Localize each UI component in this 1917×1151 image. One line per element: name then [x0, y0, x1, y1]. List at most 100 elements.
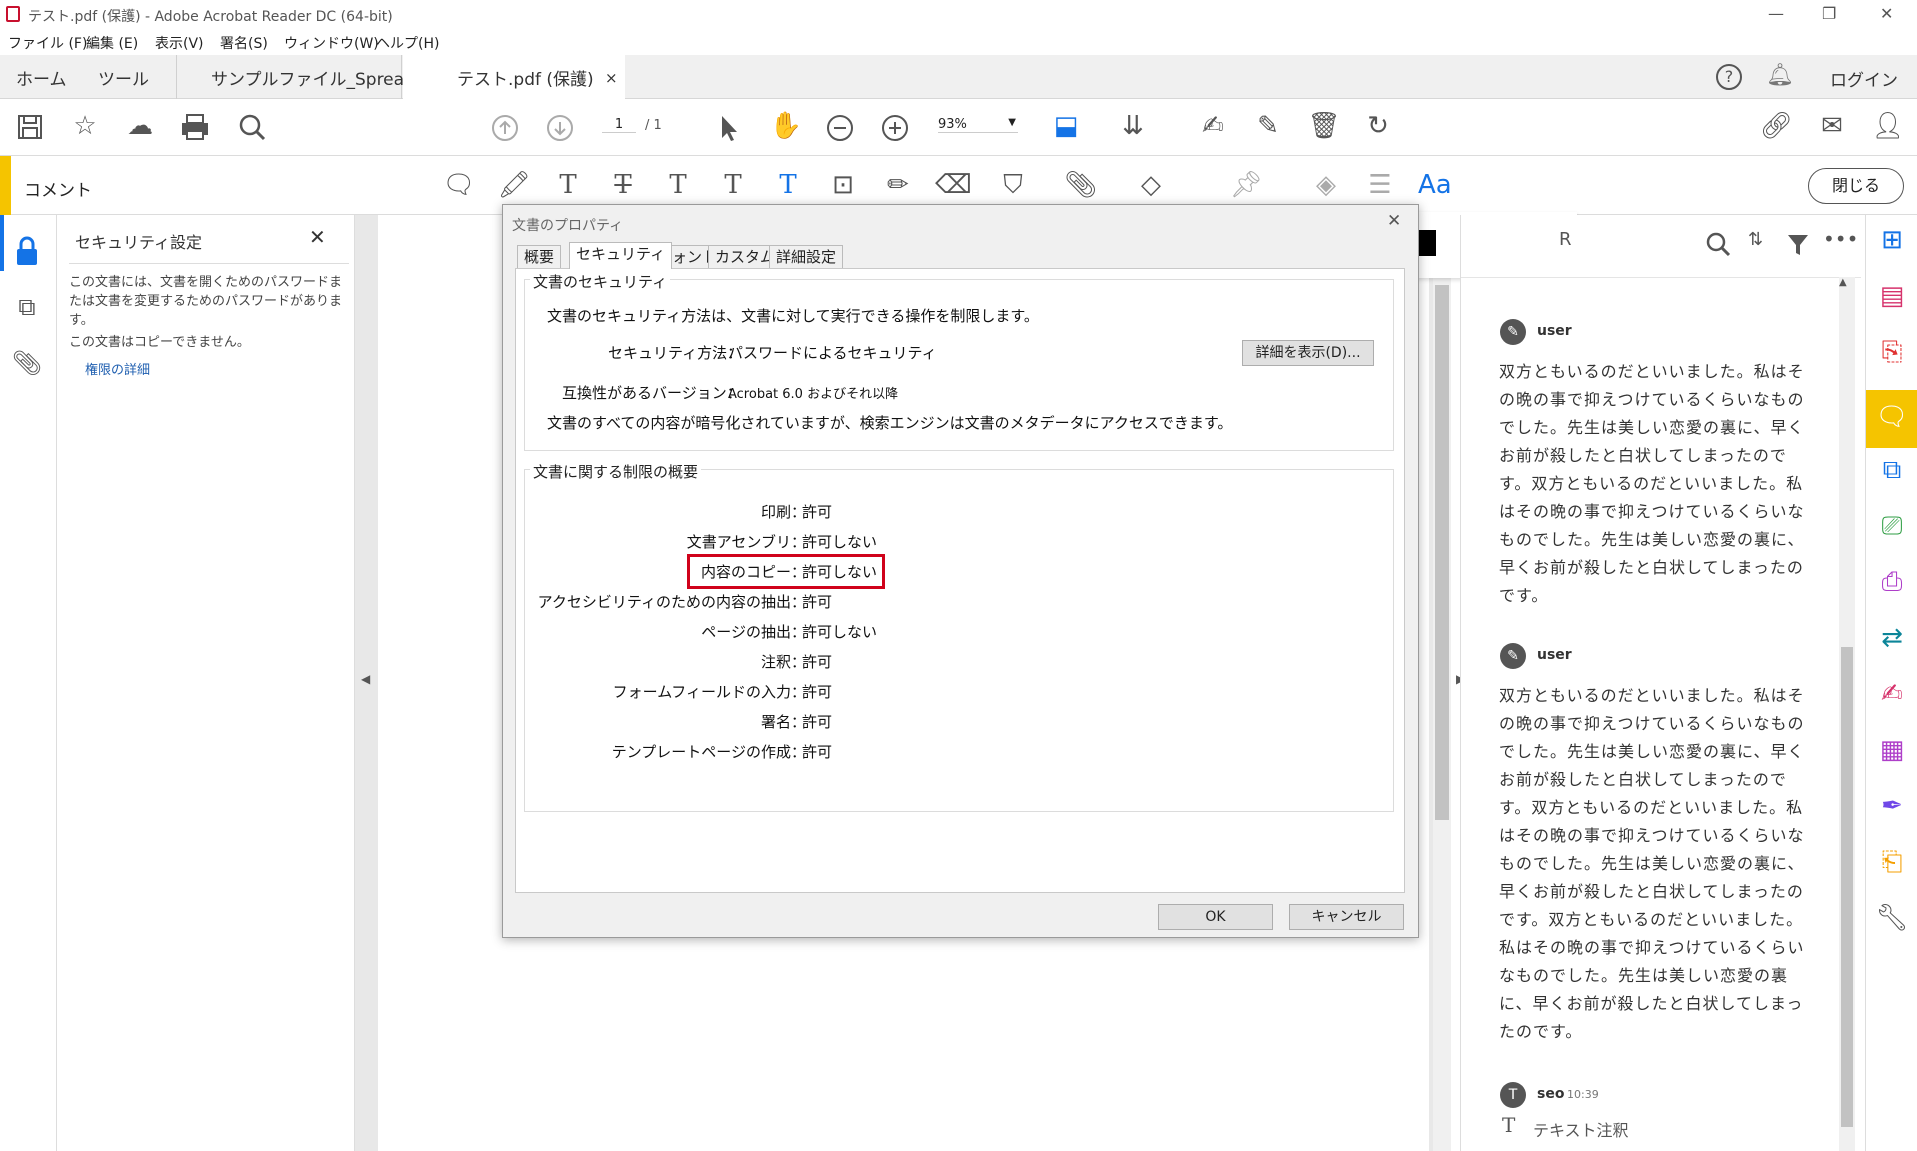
hand-tool-icon[interactable]: ✋ — [768, 111, 804, 141]
organize-pages-icon[interactable]: ▤ — [1874, 281, 1910, 311]
close-panel-icon[interactable]: ✕ — [309, 225, 326, 249]
save-icon[interactable] — [16, 113, 44, 141]
collapse-left-icon[interactable]: ◀ — [361, 672, 370, 686]
filter-icon[interactable] — [1786, 233, 1810, 257]
attachment-icon[interactable]: 📎︎ — [9, 348, 45, 378]
menu-view[interactable]: 表示(V) — [155, 33, 204, 53]
upload-cloud-icon[interactable]: ☁ — [122, 111, 158, 141]
help-icon[interactable]: ? — [1716, 64, 1742, 90]
trash-icon[interactable]: 🗑︎ — [1306, 111, 1342, 141]
menu-help[interactable]: ヘルプ(H) — [376, 33, 439, 53]
text-box-icon[interactable]: ⊡ — [825, 170, 861, 200]
strikethrough-icon[interactable]: T — [605, 170, 641, 200]
close-window-button[interactable]: ✕ — [1880, 4, 1893, 23]
highlight-icon[interactable]: 🖍︎ — [496, 170, 532, 200]
create-pdf-icon[interactable]: ⊞ — [1874, 225, 1910, 255]
login-button[interactable]: ログイン — [1830, 66, 1898, 91]
request-signature-icon[interactable]: ✒ — [1874, 791, 1910, 821]
maximize-button[interactable]: ❐ — [1822, 4, 1836, 23]
document-properties-dialog: 文書のプロパティ ✕ 概要 セキュリティ フォント カスタム 詳細設定 文書のセ… — [502, 204, 1419, 938]
cancel-button[interactable]: キャンセル — [1289, 904, 1404, 930]
menu-window[interactable]: ウィンドウ(W) — [284, 33, 379, 53]
send-for-review-icon[interactable]: ⇄ — [1874, 623, 1910, 653]
tab-test-pdf[interactable]: テスト.pdf (保護) × — [403, 55, 625, 100]
sort-icon[interactable]: ⇅ — [1748, 229, 1763, 250]
bell-icon[interactable]: 🔔︎ — [1766, 63, 1794, 88]
attach-icon[interactable]: 📎︎ — [1063, 170, 1099, 200]
star-icon[interactable]: ☆ — [67, 111, 103, 141]
protect-icon[interactable]: ⎙ — [1874, 567, 1910, 597]
pin-icon[interactable]: 📌︎ — [1228, 170, 1264, 200]
close-comment-button[interactable]: 閉じる — [1808, 168, 1904, 204]
text-color-swatch[interactable] — [1416, 230, 1436, 256]
rotate-icon[interactable]: ↻ — [1360, 111, 1396, 141]
tab-bar: ホーム ツール サンプルファイル_Sprea... テスト.pdf (保護) ×… — [0, 55, 1917, 100]
fill-color-icon[interactable]: ◈ — [1308, 170, 1344, 200]
scroll-mode-icon[interactable]: ⇊ — [1115, 111, 1151, 141]
comments-scrollbar[interactable]: ▲ — [1839, 277, 1855, 1151]
scan-icon[interactable]: ⎚ — [1874, 511, 1910, 541]
search-icon[interactable] — [238, 113, 266, 141]
line-weight-icon[interactable]: ☰ — [1362, 170, 1398, 200]
insert-text-icon[interactable]: T — [715, 170, 751, 200]
eraser-icon[interactable]: ⌫ — [935, 170, 972, 200]
dialog-close-icon[interactable]: ✕ — [1387, 211, 1401, 231]
prepare-form-icon[interactable]: ▦ — [1874, 735, 1910, 765]
prev-page-icon[interactable] — [491, 114, 519, 142]
scroll-up-icon[interactable]: ▲ — [1839, 277, 1847, 288]
tab-tools[interactable]: ツール — [98, 55, 149, 99]
page-number-input[interactable]: 1 — [602, 117, 636, 133]
security-description: 文書のセキュリティ方法は、文書に対して実行できる操作を制限します。 — [547, 307, 1039, 325]
document-scrollbar[interactable] — [1433, 265, 1451, 1151]
restriction-value: 許可 — [802, 593, 833, 611]
lock-icon[interactable] — [13, 235, 41, 267]
stamp-tool-icon[interactable]: ⎗ — [1874, 847, 1910, 877]
more-tools-icon[interactable]: 🔧︎ — [1874, 903, 1910, 933]
pages-icon[interactable]: ⧉ — [9, 292, 45, 322]
zoom-in-icon[interactable] — [881, 114, 909, 142]
comment-text[interactable]: 双方ともいるのだといいました。私はその晩の事で抑えつけているくらいなものでした。… — [1499, 358, 1814, 610]
menu-file[interactable]: ファイル (F) — [8, 33, 87, 53]
email-icon[interactable]: ✉ — [1814, 111, 1850, 141]
shapes-icon[interactable]: ◇ — [1133, 170, 1169, 200]
select-cursor-icon[interactable] — [716, 113, 742, 143]
tab-close-icon[interactable]: × — [605, 69, 618, 87]
menu-sign[interactable]: 署名(S) — [220, 33, 268, 53]
tab-sample-file[interactable]: サンプルファイル_Sprea... — [176, 55, 420, 99]
stamp-icon[interactable]: ⛉ — [995, 170, 1031, 200]
more-options-icon[interactable]: ••• — [1823, 227, 1858, 251]
text-style-icon[interactable]: Aa — [1418, 170, 1452, 200]
sign-icon[interactable]: ✍ — [1195, 111, 1231, 141]
underline-text-icon[interactable]: T — [550, 170, 586, 200]
pencil-icon[interactable]: ✏ — [880, 170, 916, 200]
replace-text-icon[interactable]: T — [660, 170, 696, 200]
menu-edit[interactable]: 編集 (E) — [86, 33, 138, 53]
print-icon[interactable] — [180, 113, 210, 141]
comment-tool-active[interactable]: 🗨︎ — [1866, 390, 1917, 448]
tab-home[interactable]: ホーム — [16, 55, 67, 99]
scroll-thumb[interactable] — [1435, 285, 1449, 820]
minimize-button[interactable]: — — [1768, 4, 1784, 23]
export-pdf-icon[interactable]: ⎘ — [1874, 337, 1910, 367]
search-icon[interactable] — [1705, 231, 1731, 257]
sticky-note-icon[interactable]: 🗨︎ — [441, 170, 477, 200]
comment-text[interactable]: 双方ともいるのだといいました。私はその晩の事で抑えつけているくらいなものでした。… — [1499, 682, 1814, 1046]
zoom-select[interactable]: 93% ▼ — [938, 117, 1018, 133]
tab-overview[interactable]: 概要 — [517, 245, 562, 268]
show-details-button[interactable]: 詳細を表示(D)... — [1242, 340, 1374, 366]
combine-files-icon[interactable]: ⧉ — [1874, 455, 1910, 485]
ok-button[interactable]: OK — [1158, 904, 1273, 930]
add-user-icon[interactable]: 👤︎ — [1870, 111, 1906, 141]
tab-advanced[interactable]: 詳細設定 — [769, 245, 844, 268]
next-page-icon[interactable] — [546, 114, 574, 142]
tab-security[interactable]: セキュリティ — [569, 242, 673, 269]
share-link-icon[interactable]: 🔗︎ — [1758, 111, 1794, 141]
zoom-out-icon[interactable] — [826, 114, 854, 142]
add-text-icon[interactable]: T — [770, 170, 806, 200]
comments-scroll-thumb[interactable] — [1841, 647, 1853, 1127]
edit-pdf-icon[interactable]: ✎ — [1250, 111, 1286, 141]
permission-details-link[interactable]: 権限の詳細 — [85, 359, 150, 378]
fill-sign-icon[interactable]: ✍ — [1874, 679, 1910, 709]
chevron-down-icon: ▼ — [1008, 117, 1016, 128]
fit-page-icon[interactable]: ⬓ — [1048, 111, 1084, 141]
